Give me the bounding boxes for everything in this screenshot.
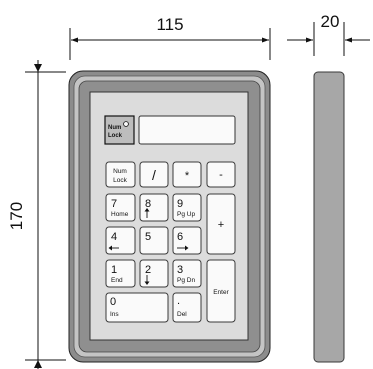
key-divide-label: / xyxy=(152,167,156,183)
key-4-top: 4 xyxy=(111,231,117,243)
key-6-right[interactable]: 6 xyxy=(172,226,202,255)
depth-dimension: 20 xyxy=(287,12,370,56)
key-9-pgup[interactable]: 9 Pg Up xyxy=(172,193,202,222)
key-dot-del[interactable]: . Del xyxy=(172,292,202,323)
key-3-bottom: Pg Dn xyxy=(177,277,195,284)
key-1-end[interactable]: 1 End xyxy=(105,259,136,288)
key-multiply[interactable]: * xyxy=(172,161,202,188)
key-9-top: 9 xyxy=(177,198,183,210)
key-multiply-label: * xyxy=(185,170,190,182)
key-5[interactable]: 5 xyxy=(139,226,169,255)
key-8-top: 8 xyxy=(145,198,151,210)
keypad-dimension-drawing: 115 20 170 Num Lock Num Lock / * - 7 Hom… xyxy=(7,12,370,369)
key-enter-label: Enter xyxy=(213,289,229,296)
key-6-top: 6 xyxy=(177,231,183,243)
key-minus-label: - xyxy=(219,169,223,181)
key-5-top: 5 xyxy=(145,231,151,243)
key-dot-bottom: Del xyxy=(177,311,187,318)
key-7-home[interactable]: 7 Home xyxy=(105,193,136,222)
width-dimension: 115 xyxy=(69,15,271,60)
key-0-ins[interactable]: 0 Ins xyxy=(105,292,169,323)
key-plus-label: + xyxy=(218,219,224,231)
keypad-body xyxy=(68,70,271,363)
key-2-top: 2 xyxy=(145,264,151,276)
key-1-bottom: End xyxy=(111,277,123,284)
key-7-bottom: Home xyxy=(111,211,129,218)
key-0-top: 0 xyxy=(110,296,116,308)
width-label: 115 xyxy=(156,15,183,34)
key-minus[interactable]: - xyxy=(206,161,236,188)
depth-label: 20 xyxy=(321,12,340,31)
key-2-down[interactable]: 2 xyxy=(139,259,169,288)
key-num-lock-bottom: Lock xyxy=(113,177,127,184)
key-1-top: 1 xyxy=(111,264,117,276)
key-num-lock[interactable]: Num Lock xyxy=(105,161,136,188)
numlock-indicator: Num Lock xyxy=(104,115,135,145)
key-3-pgdn[interactable]: 3 Pg Dn xyxy=(172,259,202,288)
key-enter[interactable]: Enter xyxy=(206,259,236,323)
key-num-lock-top: Num xyxy=(113,168,127,175)
side-profile xyxy=(313,71,345,363)
key-7-top: 7 xyxy=(111,198,117,210)
indicator-label-top: Num xyxy=(108,125,121,131)
key-divide[interactable]: / xyxy=(139,161,169,188)
indicator-label-bottom: Lock xyxy=(108,133,123,139)
key-dot-top: . xyxy=(177,295,180,307)
indicator-led-icon xyxy=(123,121,129,127)
key-4-left[interactable]: 4 xyxy=(105,226,136,255)
height-label: 170 xyxy=(7,202,26,230)
key-3-top: 3 xyxy=(177,264,183,276)
display-window xyxy=(138,115,236,145)
key-9-bottom: Pg Up xyxy=(177,211,195,218)
key-8-up[interactable]: 8 xyxy=(139,193,169,222)
key-plus[interactable]: + xyxy=(206,193,236,255)
key-0-bottom: Ins xyxy=(110,311,119,318)
height-dimension: 170 xyxy=(7,60,66,369)
